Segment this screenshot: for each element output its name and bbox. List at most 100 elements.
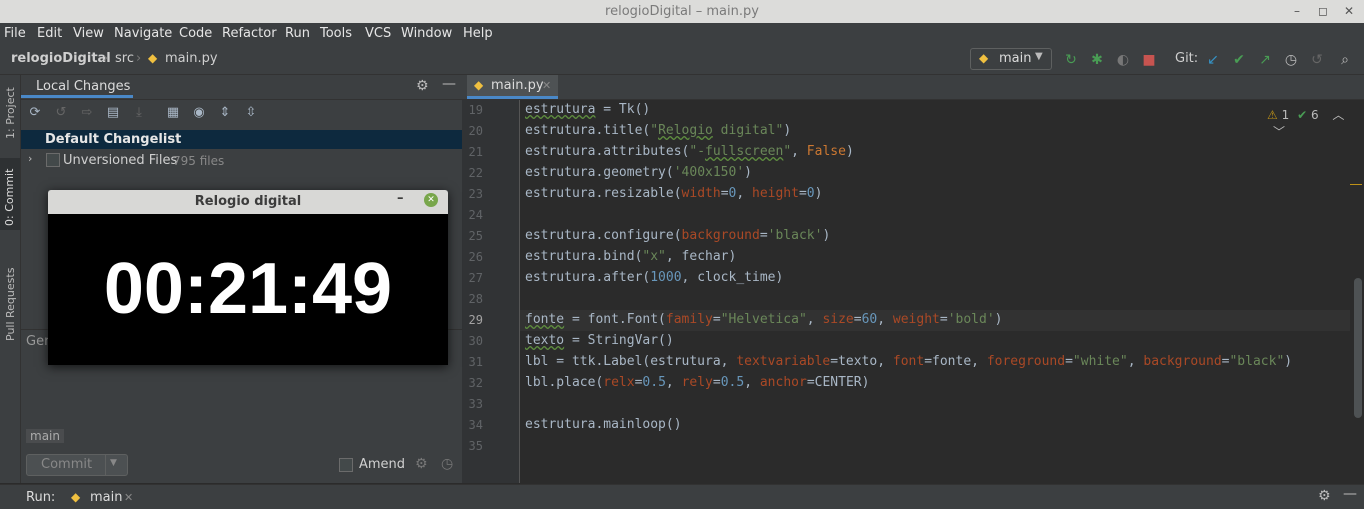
close-tab-icon[interactable]: ✕ [124, 491, 133, 504]
chevron-down-icon[interactable]: ﹀ [1273, 125, 1285, 139]
changes-toolbar: ⟳ ↺ ⇨ ▤ ⤓ ▦ ◉ ⇕ ⇳ [21, 100, 462, 126]
expand-all-icon[interactable]: ⇕ [217, 105, 233, 121]
refresh-icon[interactable]: ⟳ [27, 105, 43, 121]
minimize-icon[interactable]: – [397, 191, 404, 206]
chevron-right-icon[interactable]: › [28, 152, 32, 165]
line-gutter: 19 20 21 22 23 24 25 26 27 28 29 30 31 3… [462, 100, 520, 483]
hide-panel-icon[interactable]: — [1343, 486, 1357, 502]
tool-tab-pull-requests[interactable]: Pull Requests [1, 255, 19, 341]
tool-tab-project[interactable]: 1: Project [1, 83, 19, 145]
stop-icon[interactable]: ■ [1141, 52, 1157, 68]
code-line[interactable]: estrutura.resizable(width=0, height=0) [525, 186, 822, 201]
coverage-icon[interactable]: ◐ [1115, 52, 1131, 68]
maximize-icon[interactable]: ◻ [1314, 2, 1332, 20]
line-number-current: 29 [468, 313, 483, 327]
python-file-icon: ◆ [474, 78, 484, 92]
chevron-up-icon[interactable]: ︿ [1332, 108, 1344, 122]
clock-window-titlebar[interactable]: Relogio digital – ✕ [48, 190, 448, 214]
rerun-icon[interactable]: ↻ [1063, 52, 1079, 68]
menu-code[interactable]: Code [179, 26, 212, 41]
run-config-selector[interactable]: ◆ main ▼ [970, 48, 1052, 70]
search-icon[interactable]: ⌕ [1337, 52, 1353, 68]
gear-icon[interactable]: ⚙ [416, 78, 429, 94]
code-line[interactable]: estrutura.mainloop() [525, 417, 682, 432]
editor-tab-bar: ◆ main.py ✕ [462, 75, 1364, 100]
changelist-row[interactable]: Default Changelist [21, 130, 462, 149]
rollback-icon[interactable]: ↺ [53, 105, 69, 121]
breadcrumb-file[interactable]: main.py [165, 51, 218, 66]
chevron-down-icon[interactable]: ▼ [110, 458, 117, 468]
menu-help[interactable]: Help [463, 26, 493, 41]
inspection-widget[interactable]: ⚠ 1 ✔ 6 ︿ ﹀ [1267, 106, 1364, 140]
line-number: 26 [468, 250, 483, 264]
close-icon[interactable]: ✕ [424, 193, 438, 207]
code-line[interactable]: estrutura.after(1000, clock_time) [525, 270, 783, 285]
debug-icon[interactable]: ✱ [1089, 52, 1105, 68]
menu-vcs[interactable]: VCS [365, 26, 391, 41]
breadcrumb-project[interactable]: relogioDigital [11, 51, 111, 66]
gear-icon[interactable]: ⚙ [1318, 488, 1331, 504]
run-config-tab[interactable]: main [90, 490, 122, 505]
breadcrumb-separator-icon: › [103, 51, 109, 66]
editor-area: ◆ main.py ✕ 19 20 21 22 23 24 25 26 27 2… [462, 75, 1364, 483]
line-number: 23 [468, 187, 483, 201]
commit-message-text[interactable]: Ger [26, 334, 49, 349]
editor-tab-main[interactable]: ◆ main.py ✕ [467, 75, 558, 99]
menu-window[interactable]: Window [401, 26, 452, 41]
commit-button[interactable]: Commit ▼ [26, 454, 128, 476]
close-icon[interactable]: ✕ [1340, 2, 1358, 20]
move-icon[interactable]: ⇨ [79, 105, 95, 121]
code-line[interactable]: texto = StringVar() [525, 333, 674, 348]
menu-tools[interactable]: Tools [320, 26, 352, 41]
shelve-icon[interactable]: ⤓ [131, 105, 147, 121]
editor-scrollbar[interactable] [1354, 278, 1362, 418]
hide-panel-icon[interactable]: — [442, 76, 456, 92]
amend-checkbox[interactable] [339, 458, 353, 472]
history-icon[interactable]: ◷ [441, 456, 453, 472]
tool-tab-commit[interactable]: 0: Commit [0, 158, 20, 230]
line-number: 21 [468, 145, 483, 159]
git-update-icon[interactable]: ↙ [1205, 52, 1221, 68]
code-line[interactable]: estrutura.title("Relogio digital") [525, 123, 791, 138]
code-line-current[interactable]: fonte = font.Font(family="Helvetica", si… [525, 312, 1002, 327]
code-line[interactable]: lbl.place(relx=0.5, rely=0.5, anchor=CEN… [525, 375, 869, 390]
line-number: 33 [468, 397, 483, 411]
menu-edit[interactable]: Edit [37, 26, 62, 41]
branch-badge: main [26, 429, 64, 443]
unversioned-checkbox[interactable] [46, 153, 60, 167]
menu-view[interactable]: View [73, 26, 104, 41]
group-icon[interactable]: ▦ [165, 105, 181, 121]
code-line[interactable]: estrutura.configure(background='black') [525, 228, 830, 243]
unversioned-row[interactable]: › Unversioned Files 795 files [21, 151, 462, 170]
code-line[interactable]: lbl = ttk.Label(estrutura, textvariable=… [525, 354, 1292, 369]
eye-icon[interactable]: ◉ [191, 105, 207, 121]
code-line[interactable]: estrutura = Tk() [525, 102, 650, 117]
editor-tab-label: main.py [491, 78, 544, 93]
menu-refactor[interactable]: Refactor [222, 26, 277, 41]
clock-time: 00:21:49 [103, 249, 393, 329]
line-number: 25 [468, 229, 483, 243]
minimize-icon[interactable]: – [1288, 2, 1306, 20]
gear-icon[interactable]: ⚙ [415, 456, 428, 472]
clock-window-title: Relogio digital [194, 194, 302, 209]
code-line[interactable]: estrutura.attributes("-fullscreen", Fals… [525, 144, 854, 159]
menu-navigate[interactable]: Navigate [114, 26, 172, 41]
code-line[interactable]: estrutura.bind("x", fechar) [525, 249, 736, 264]
line-number: 31 [468, 355, 483, 369]
menu-run[interactable]: Run [285, 26, 310, 41]
history-icon[interactable]: ◷ [1283, 52, 1299, 68]
line-number: 28 [468, 292, 483, 306]
run-config-name: main [999, 51, 1032, 66]
tab-local-changes[interactable]: Local Changes [21, 75, 133, 98]
close-tab-icon[interactable]: ✕ [542, 79, 551, 92]
line-number: 35 [468, 439, 483, 453]
git-commit-icon[interactable]: ✔ [1231, 52, 1247, 68]
diff-icon[interactable]: ▤ [105, 105, 121, 121]
code-line[interactable]: estrutura.geometry('400x150') [525, 165, 752, 180]
menu-file[interactable]: File [4, 26, 26, 41]
collapse-all-icon[interactable]: ⇳ [243, 105, 259, 121]
rollback-icon[interactable]: ↺ [1309, 52, 1325, 68]
breadcrumb-folder[interactable]: src [115, 51, 134, 66]
window-title: relogioDigital – main.py [605, 4, 759, 19]
git-push-icon[interactable]: ↗ [1257, 52, 1273, 68]
